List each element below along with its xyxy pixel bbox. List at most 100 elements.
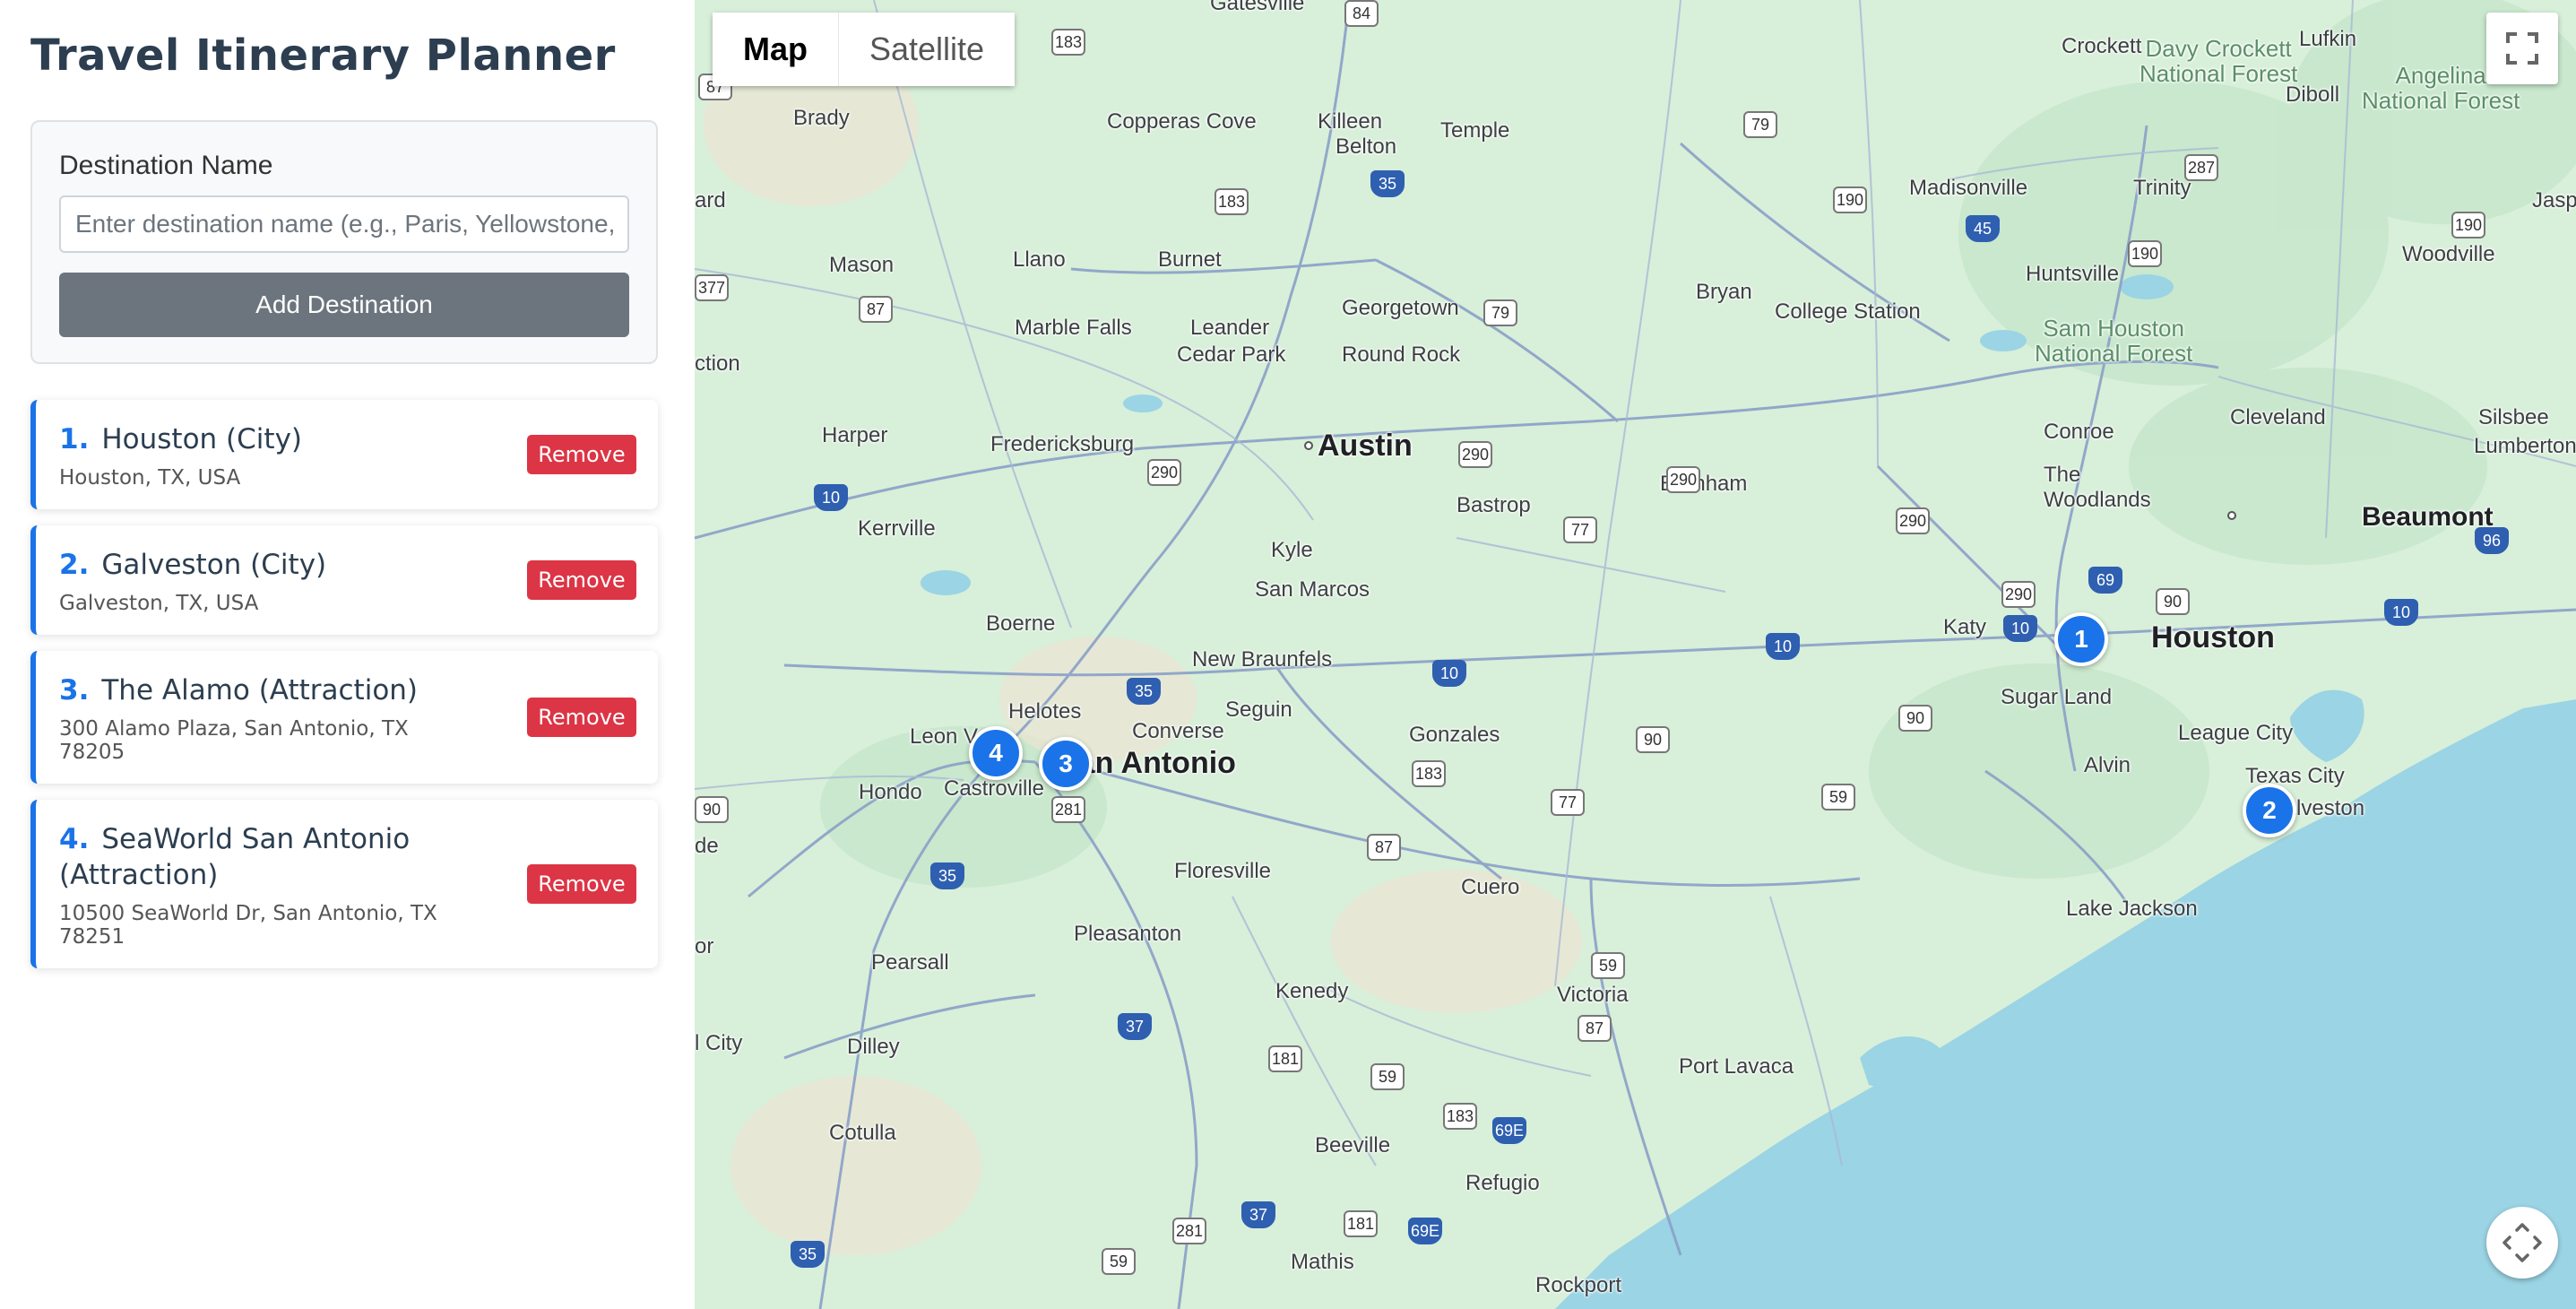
- map-label: Davy Crockett National Forest: [2139, 35, 2298, 87]
- map-label: Diboll: [2286, 82, 2340, 107]
- map-label: Seguin: [1225, 698, 1292, 722]
- map-label: Boerne: [986, 611, 1056, 636]
- destination-item[interactable]: 4. SeaWorld San Antonio (Attraction) 1050…: [30, 800, 658, 968]
- highway-shield: 59: [1370, 1063, 1405, 1090]
- destination-name: SeaWorld San Antonio (Attraction): [59, 823, 411, 891]
- highway-shield: 79: [1483, 299, 1517, 326]
- map-marker[interactable]: 4: [969, 726, 1023, 780]
- destination-number: 4.: [59, 823, 90, 855]
- map-label: Round Rock: [1342, 342, 1461, 367]
- remove-button[interactable]: Remove: [527, 698, 636, 737]
- add-destination-button[interactable]: Add Destination: [59, 273, 629, 337]
- map-type-control: Map Satellite: [713, 13, 1016, 86]
- remove-button[interactable]: Remove: [527, 864, 636, 904]
- highway-shield: 59: [1591, 952, 1625, 979]
- map-label: Mason: [829, 253, 895, 277]
- destination-item[interactable]: 1. Houston (City) Houston, TX, USA Remove: [30, 400, 658, 509]
- map-label: Lake Jackson: [2066, 897, 2198, 921]
- map-label: de: [695, 834, 719, 858]
- highway-shield: 290: [1458, 441, 1492, 468]
- map-label: Pearsall: [871, 950, 949, 975]
- highway-shield: 90: [695, 796, 729, 823]
- map-label: Mathis: [1291, 1250, 1354, 1274]
- destination-name: Galveston (City): [101, 549, 327, 581]
- highway-shield: 190: [2128, 240, 2162, 267]
- destination-address: Galveston, TX, USA: [59, 592, 259, 615]
- highway-shield: 290: [1147, 459, 1181, 486]
- highway-shield: 290: [1896, 507, 1930, 534]
- map-label: Cleveland: [2230, 405, 2326, 429]
- map-label: Lufkin: [2299, 27, 2357, 51]
- highway-shield: 59: [1821, 784, 1855, 811]
- map-label: Helotes: [1008, 699, 1082, 724]
- add-destination-form: Destination Name Add Destination: [30, 120, 658, 364]
- highway-shield: 183: [1412, 760, 1446, 787]
- map-label: Houston: [2151, 620, 2275, 654]
- map-canvas[interactable]: [695, 0, 2576, 1309]
- map-label: Llano: [1013, 247, 1066, 272]
- remove-button[interactable]: Remove: [527, 435, 636, 474]
- map-marker[interactable]: 1: [2054, 612, 2108, 666]
- destination-item[interactable]: 2. Galveston (City) Galveston, TX, USA Re…: [30, 525, 658, 635]
- highway-shield: 35: [930, 863, 964, 889]
- destination-list: 1. Houston (City) Houston, TX, USA Remove…: [30, 400, 658, 984]
- map-label: Dilley: [847, 1035, 900, 1059]
- remove-button[interactable]: Remove: [527, 560, 636, 600]
- highway-shield: 35: [1127, 678, 1161, 705]
- map-type-satellite-button[interactable]: Satellite: [839, 13, 1016, 86]
- destination-title: 3. The Alamo (Attraction): [59, 672, 479, 708]
- fullscreen-button[interactable]: [2486, 13, 2558, 84]
- destination-number: 1.: [59, 423, 90, 455]
- highway-shield: 287: [2184, 154, 2218, 181]
- highway-shield: 35: [1370, 170, 1405, 197]
- map-type-map-button[interactable]: Map: [713, 13, 839, 86]
- map-label: Kyle: [1271, 538, 1313, 562]
- destination-name-input[interactable]: [59, 195, 629, 253]
- highway-shield: 77: [1551, 789, 1585, 816]
- map-label: Katy: [1943, 615, 1987, 639]
- highway-shield: 10: [2003, 615, 2037, 642]
- map-marker[interactable]: 2: [2243, 784, 2296, 837]
- destination-title: 1. Houston (City): [59, 421, 479, 457]
- map-label: Sam Houston National Forest: [2035, 315, 2193, 367]
- destination-number: 2.: [59, 549, 90, 581]
- map-view[interactable]: Gatesville Brady Copperas Cove Killeen B…: [695, 0, 2576, 1309]
- map-marker[interactable]: 3: [1039, 737, 1093, 791]
- map-label: Brady: [793, 106, 850, 130]
- map-label: Hondo: [859, 780, 922, 804]
- map-label: Sugar Land: [2001, 685, 2113, 709]
- destination-address: 10500 SeaWorld Dr, San Antonio, TX 78251: [59, 902, 437, 949]
- pan-arrows-icon: [2503, 1223, 2542, 1262]
- map-label: Austin: [1318, 429, 1413, 463]
- highway-shield: 290: [2001, 581, 2036, 608]
- destination-item[interactable]: 3. The Alamo (Attraction) 300 Alamo Plaza…: [30, 651, 658, 784]
- map-label: College Station: [1775, 299, 1921, 324]
- highway-shield: 87: [1367, 834, 1401, 861]
- map-label: Burnet: [1158, 247, 1222, 272]
- map-label: Pleasanton: [1074, 922, 1182, 946]
- map-label: Marble Falls: [1015, 316, 1132, 340]
- map-label: League City: [2178, 721, 2294, 745]
- highway-shield: 281: [1172, 1218, 1206, 1244]
- highway-shield: 37: [1241, 1201, 1275, 1228]
- destination-number: 3.: [59, 674, 90, 707]
- map-label: Rockport: [1535, 1273, 1622, 1297]
- highway-shield: 281: [1051, 796, 1085, 823]
- highway-shield: 84: [1344, 0, 1379, 27]
- highway-shield: 190: [1833, 186, 1867, 213]
- camera-control-button[interactable]: [2486, 1207, 2558, 1279]
- highway-shield: 69E: [1492, 1117, 1526, 1144]
- map-label: Gatesville: [1210, 0, 1305, 15]
- destination-title: 4. SeaWorld San Antonio (Attraction): [59, 821, 479, 893]
- map-label: Temple: [1440, 118, 1510, 143]
- highway-shield: 377: [695, 274, 729, 301]
- highway-shield: 96: [2475, 527, 2509, 554]
- map-label: Crockett: [2062, 34, 2142, 58]
- map-label: Bryan: [1696, 280, 1752, 304]
- highway-shield: 183: [1051, 29, 1085, 56]
- map-label: Alvin: [2084, 753, 2131, 777]
- map-label: Port Lavaca: [1679, 1054, 1794, 1079]
- map-label: Beaumont: [2362, 502, 2494, 532]
- map-label: Leon V: [910, 724, 979, 749]
- map-label: Kerrville: [858, 516, 936, 541]
